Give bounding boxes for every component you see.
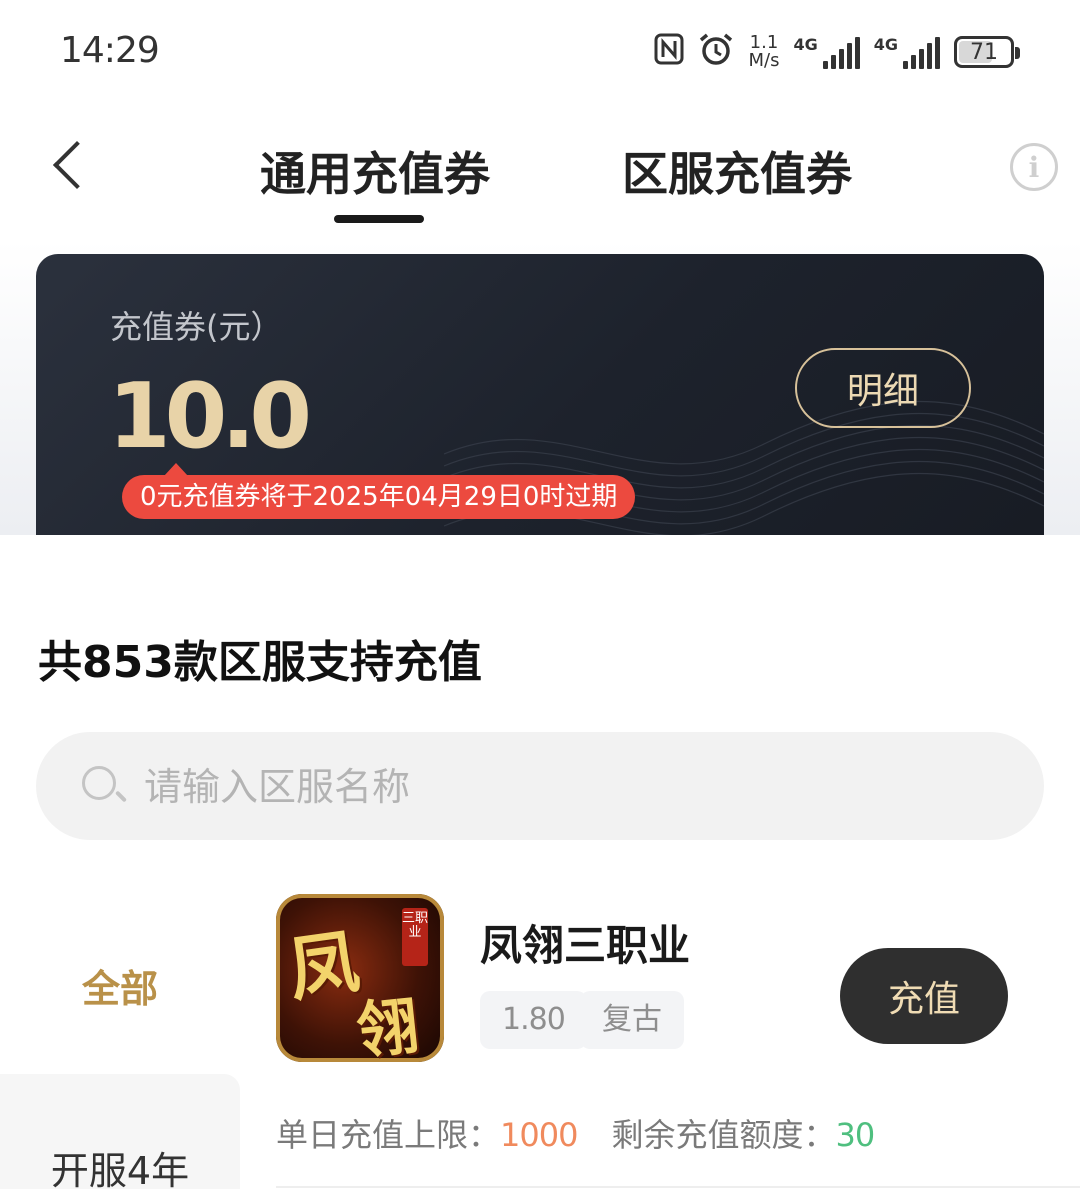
remaining-label: 剩余充值额度： (611, 1116, 836, 1154)
game-name[interactable]: 凤翎三职业 (480, 912, 690, 973)
status-icons: 1.1 M/s 4G 4G 71 (654, 30, 1020, 74)
signal-icon-2: 4G (874, 35, 940, 69)
search-icon (82, 766, 116, 800)
game-icon-badge: 三职业 (402, 908, 428, 966)
game-icon[interactable]: 凤 翎 三职业 (276, 894, 444, 1062)
voucher-card: 充值券(元） 10.0 明细 0元充值券将于2025年04月29日0时过期 (36, 254, 1044, 535)
game-icon-glyph-2: 翎 (352, 988, 423, 1062)
game-tag-style: 复古 (580, 991, 684, 1049)
battery-icon: 71 (954, 36, 1020, 68)
nfc-icon (654, 33, 684, 72)
signal-icon: 4G (793, 35, 860, 69)
network-speed: 1.1 M/s (748, 32, 780, 71)
active-tab-indicator (334, 215, 424, 223)
divider (276, 1186, 1080, 1188)
game-icon-glyph-1: 凤 (283, 919, 365, 1012)
alarm-icon (698, 32, 734, 73)
search-bar (36, 732, 1044, 840)
recharge-limit-row: 单日充值上限：1000 剩余充值额度：30 (276, 1110, 875, 1156)
tab-server-voucher[interactable]: 区服充值券 (622, 138, 852, 204)
daily-limit-value: 1000 (500, 1116, 578, 1154)
daily-limit-label: 单日充值上限： (276, 1116, 501, 1154)
recharge-button[interactable]: 充值 (840, 948, 1008, 1044)
status-time: 14:29 (60, 30, 160, 71)
category-open-4-years[interactable]: 开服4年 (0, 1140, 240, 1200)
expire-notice: 0元充值券将于2025年04月29日0时过期 (122, 463, 636, 519)
remaining-value: 30 (835, 1116, 875, 1154)
voucher-label: 充值券(元） (110, 308, 283, 346)
voucher-amount: 10.0 (108, 364, 312, 469)
section-title: 共853款区服支持充值 (38, 637, 482, 688)
tab-general-voucher[interactable]: 通用充值券 (260, 138, 490, 204)
category-all[interactable]: 全部 (0, 940, 240, 1030)
back-button[interactable] (44, 138, 94, 198)
detail-button[interactable]: 明细 (795, 348, 971, 428)
search-input[interactable] (142, 752, 1006, 822)
game-tag-version: 1.80 (480, 991, 587, 1049)
info-icon[interactable]: i (1010, 143, 1058, 191)
